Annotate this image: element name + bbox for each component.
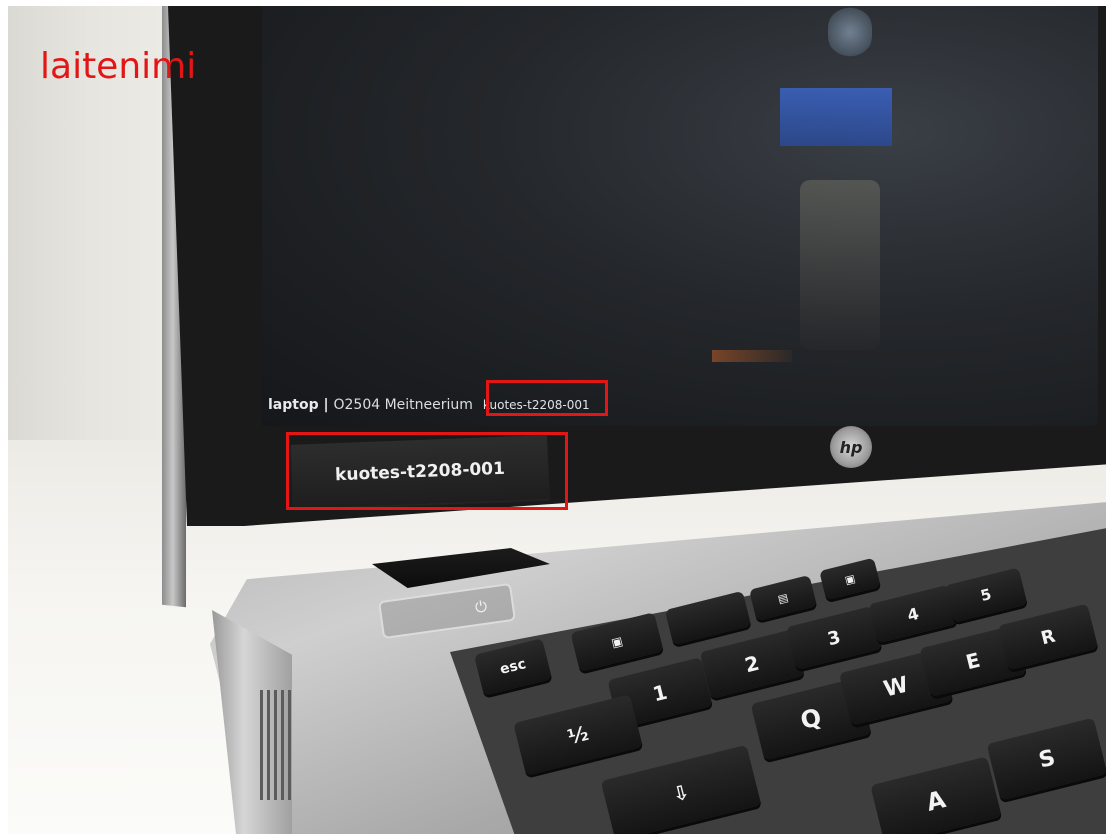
screen-caption-main: laptop | O2504 Meitneerium <box>268 397 473 413</box>
photo-border-top <box>0 0 1110 6</box>
key-label: esc <box>498 656 528 678</box>
annotation-box-screen-name <box>486 380 608 416</box>
key-label: W <box>881 671 911 703</box>
power-icon: ⏻ <box>473 597 489 617</box>
hp-logo-icon: hp <box>830 426 872 468</box>
caption-separator: | <box>323 397 329 413</box>
login-field <box>780 88 892 146</box>
key-label: Q <box>797 702 825 736</box>
vent-slot <box>260 690 263 800</box>
caps-arrow-icon: ⇩ <box>669 779 693 807</box>
key-label: 4 <box>905 603 921 625</box>
photo-border-right <box>1106 0 1110 834</box>
user-avatar-icon <box>828 6 872 58</box>
device-type: laptop <box>268 397 319 413</box>
key-label: 1 <box>650 679 670 707</box>
hp-logo-text: hp <box>839 437 863 457</box>
key-label: R <box>1038 625 1058 649</box>
annotation-box-sticker <box>286 432 568 510</box>
room-name: O2504 Meitneerium <box>333 397 473 413</box>
keyboard-icon: ▤ <box>776 590 790 606</box>
annotation-label: laitenimi <box>40 46 197 87</box>
display-icon: ▣ <box>609 633 625 651</box>
screen-reflection-orange <box>712 350 792 362</box>
key-label: A <box>923 785 949 817</box>
display-icon: ▣ <box>843 571 857 587</box>
key-label: 2 <box>742 650 762 678</box>
key-label: E <box>963 647 983 675</box>
screen-reflection <box>800 180 880 350</box>
key-label: S <box>1036 744 1058 774</box>
key-label: 3 <box>825 626 843 650</box>
photo-scene: laptop | O2504 Meitneerium kuotes-t2208-… <box>0 0 1110 834</box>
key-label: 5 <box>978 585 994 605</box>
laptop-screen <box>262 6 1098 426</box>
vent-slot <box>281 690 284 800</box>
photo-border-left <box>0 0 8 834</box>
vent-slot <box>288 690 291 800</box>
side-vents <box>258 690 294 820</box>
vent-slot <box>274 690 277 800</box>
key-label: ½ <box>565 720 591 750</box>
vent-slot <box>267 690 270 800</box>
